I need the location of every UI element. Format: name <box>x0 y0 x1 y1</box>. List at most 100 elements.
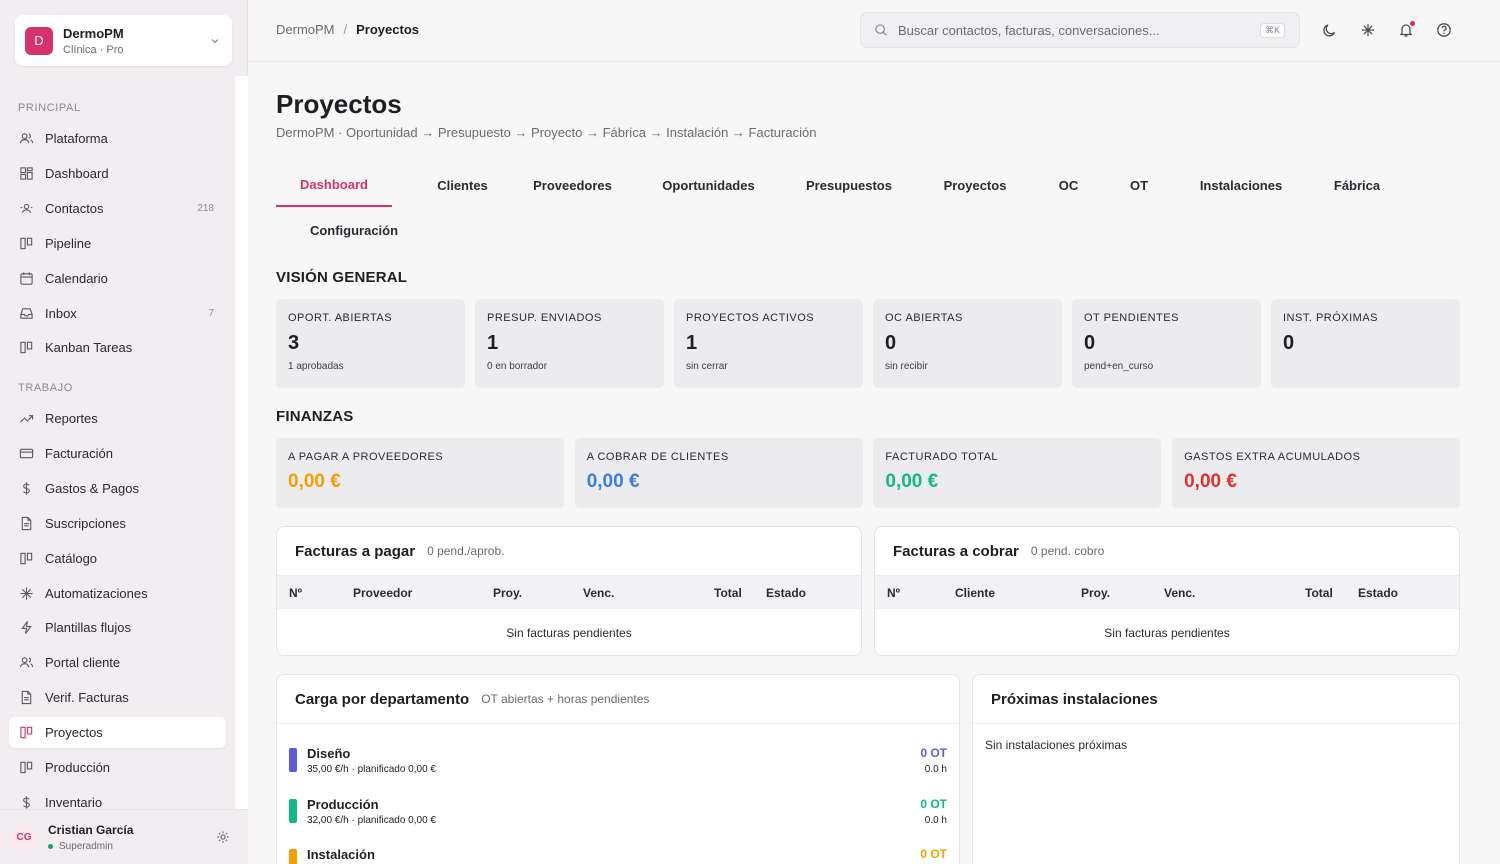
help-icon[interactable] <box>1435 21 1453 39</box>
kpi-card[interactable]: OPORT. ABIERTAS 3 1 aprobadas <box>276 299 465 388</box>
moon-icon[interactable] <box>1321 21 1339 39</box>
kpi-label: OC ABIERTAS <box>885 312 963 324</box>
sidebar-item-plantillas-flujos[interactable]: Plantillas flujos <box>9 612 226 643</box>
sidebar-item-label: Portal cliente <box>45 655 121 671</box>
sidebar-item-facturación[interactable]: Facturación <box>9 438 226 469</box>
finance-card[interactable]: A COBRAR DE CLIENTES 0,00 € <box>574 438 863 508</box>
kpi-value: 3 <box>288 332 300 354</box>
sidebar-item-portal-cliente[interactable]: Portal cliente <box>9 647 226 678</box>
finance-card[interactable]: GASTOS EXTRA ACUMULADOS 0,00 € <box>1172 438 1461 508</box>
gear-icon[interactable] <box>215 829 231 845</box>
kpi-value: 0 <box>885 332 897 354</box>
search-input[interactable] <box>898 22 1260 38</box>
sidebar-item-label: Automatizaciones <box>45 585 148 601</box>
sidebar-item-label: Plantillas flujos <box>45 620 131 636</box>
org-plan: Clínica · Pro <box>63 43 124 56</box>
sidebar-item-dashboard[interactable]: Dashboard <box>9 158 226 189</box>
kpi-label: PROYECTOS ACTIVOS <box>686 312 815 324</box>
sidebar-item-label: Catálogo <box>45 550 98 566</box>
kpi-card[interactable]: INST. PRÓXIMAS 0 <box>1271 299 1460 388</box>
sidebar-item-kanban-tareas[interactable]: Kanban Tareas <box>9 332 226 363</box>
sidebar-item-contactos[interactable]: Contactos 218 <box>9 193 226 224</box>
sidebar-item-calendario[interactable]: Calendario <box>9 263 226 294</box>
department-color-bar <box>289 849 297 864</box>
tab-dashboard[interactable]: Dashboard <box>276 163 392 207</box>
user-role: Superadmin <box>59 840 113 852</box>
finance-card[interactable]: FACTURADO TOTAL 0,00 € <box>873 438 1162 508</box>
sidebar-scrollbar[interactable] <box>235 76 248 809</box>
tab-instalaciones[interactable]: Instalaciones <box>1182 163 1300 207</box>
tab-clientes[interactable]: Clientes <box>412 163 513 207</box>
bolt-icon <box>18 620 34 636</box>
kpi-card[interactable]: PROYECTOS ACTIVOS 1 sin cerrar <box>674 299 863 388</box>
finance-card[interactable]: A PAGAR A PROVEEDORES 0,00 € <box>276 438 564 508</box>
sidebar-item-label: Verif. Facturas <box>45 690 129 706</box>
sidebar-item-label: Suscripciones <box>45 515 126 531</box>
breadcrumb-current: Proyectos <box>356 22 420 37</box>
department-name: Producción <box>307 796 379 812</box>
kpi-label: OT PENDIENTES <box>1084 312 1179 324</box>
sidebar-item-producción[interactable]: Producción <box>9 752 226 783</box>
sidebar-item-verif-facturas[interactable]: Verif. Facturas <box>9 682 226 713</box>
columns-icon <box>18 340 34 356</box>
department-rate: 32,00 €/h · planificado 0,00 € <box>307 814 436 826</box>
sidebar-item-catálogo[interactable]: Catálogo <box>9 543 226 574</box>
bell-icon[interactable] <box>1397 21 1415 39</box>
tab-fábrica[interactable]: Fábrica <box>1317 163 1397 207</box>
topbar: DermoPM / Proyectos ⌘K <box>248 0 1500 62</box>
kpi-card[interactable]: PRESUP. ENVIADOS 1 0 en borrador <box>475 299 664 388</box>
sidebar-item-reportes[interactable]: Reportes <box>9 403 226 434</box>
page-title: Proyectos <box>276 89 402 119</box>
payables-table-header: Nº Proveedor Proy. Venc. Total Estado <box>277 576 861 609</box>
contacts-icon <box>18 200 34 216</box>
payables-title: Facturas a pagar <box>295 542 416 560</box>
tab-proyectos[interactable]: Proyectos <box>929 163 1021 207</box>
sidebar-item-suscripciones[interactable]: Suscripciones <box>9 508 226 539</box>
users-icon <box>18 655 34 671</box>
tab-oportunidades[interactable]: Oportunidades <box>645 163 772 207</box>
department-hours: 0.0 h <box>924 764 947 775</box>
department-name: Diseño <box>307 746 351 761</box>
tab-configuración[interactable]: Configuración <box>276 208 432 252</box>
tab-ot[interactable]: OT <box>1124 163 1154 207</box>
finance-label: GASTOS EXTRA ACUMULADOS <box>1184 451 1361 463</box>
sidebar-item-inbox[interactable]: Inbox 7 <box>9 298 226 329</box>
sidebar-item-proyectos[interactable]: Proyectos <box>9 717 226 749</box>
sidebar-item-label: Calendario <box>45 270 108 286</box>
user-profile[interactable]: CG Cristian García Superadmin <box>0 809 248 864</box>
department-load-card: Carga por departamento OT abiertas + hor… <box>276 674 960 864</box>
kpi-card[interactable]: OT PENDIENTES 0 pend+en_curso <box>1072 299 1261 388</box>
sidebar-item-inventario[interactable]: Inventario <box>9 787 226 809</box>
department-color-bar <box>289 798 297 823</box>
users-icon <box>18 131 34 147</box>
breadcrumb-root[interactable]: DermoPM <box>276 22 335 37</box>
tab-proveedores[interactable]: Proveedores <box>514 163 631 207</box>
sidebar-item-plataforma[interactable]: Plataforma <box>9 123 226 154</box>
sidebar-item-gastos-pagos[interactable]: Gastos & Pagos <box>9 473 226 504</box>
euro-icon <box>18 480 34 496</box>
tab-presupuestos[interactable]: Presupuestos <box>789 163 909 207</box>
sidebar-item-pipeline[interactable]: Pipeline <box>9 228 226 259</box>
sidebar: D DermoPM Clínica · Pro PRINCIPAL TRABAJ… <box>0 0 248 864</box>
tab-oc[interactable]: OC <box>1045 163 1092 207</box>
col-header: Total <box>1305 586 1333 600</box>
sidebar-item-label: Gastos & Pagos <box>45 480 139 496</box>
sparkle-icon[interactable] <box>1359 21 1377 39</box>
page-subtitle: DermoPM · Oportunidad → Presupuesto → Pr… <box>276 125 817 140</box>
department-ot: 0 OT <box>920 847 947 861</box>
col-header: Venc. <box>1164 586 1196 600</box>
department-row: Instalación 0 OT <box>289 847 947 864</box>
kpi-card[interactable]: OC ABIERTAS 0 sin recibir <box>873 299 1062 388</box>
sidebar-item-label: Producción <box>45 760 111 775</box>
sidebar-item-label: Pipeline <box>45 235 92 251</box>
global-search[interactable]: ⌘K <box>860 12 1300 48</box>
col-header: Proy. <box>1081 586 1111 600</box>
columns-icon <box>18 760 34 776</box>
sidebar-nav[interactable]: PRINCIPAL TRABAJO Plataforma Dashboard Con… <box>0 78 235 809</box>
finance-value: 0,00 € <box>586 471 640 492</box>
columns-icon <box>18 235 34 251</box>
document-icon <box>18 515 34 531</box>
org-switcher[interactable]: D DermoPM Clínica · Pro <box>15 15 232 66</box>
sidebar-item-label: Kanban Tareas <box>45 340 133 356</box>
sidebar-item-automatizaciones[interactable]: Automatizaciones <box>9 578 226 609</box>
